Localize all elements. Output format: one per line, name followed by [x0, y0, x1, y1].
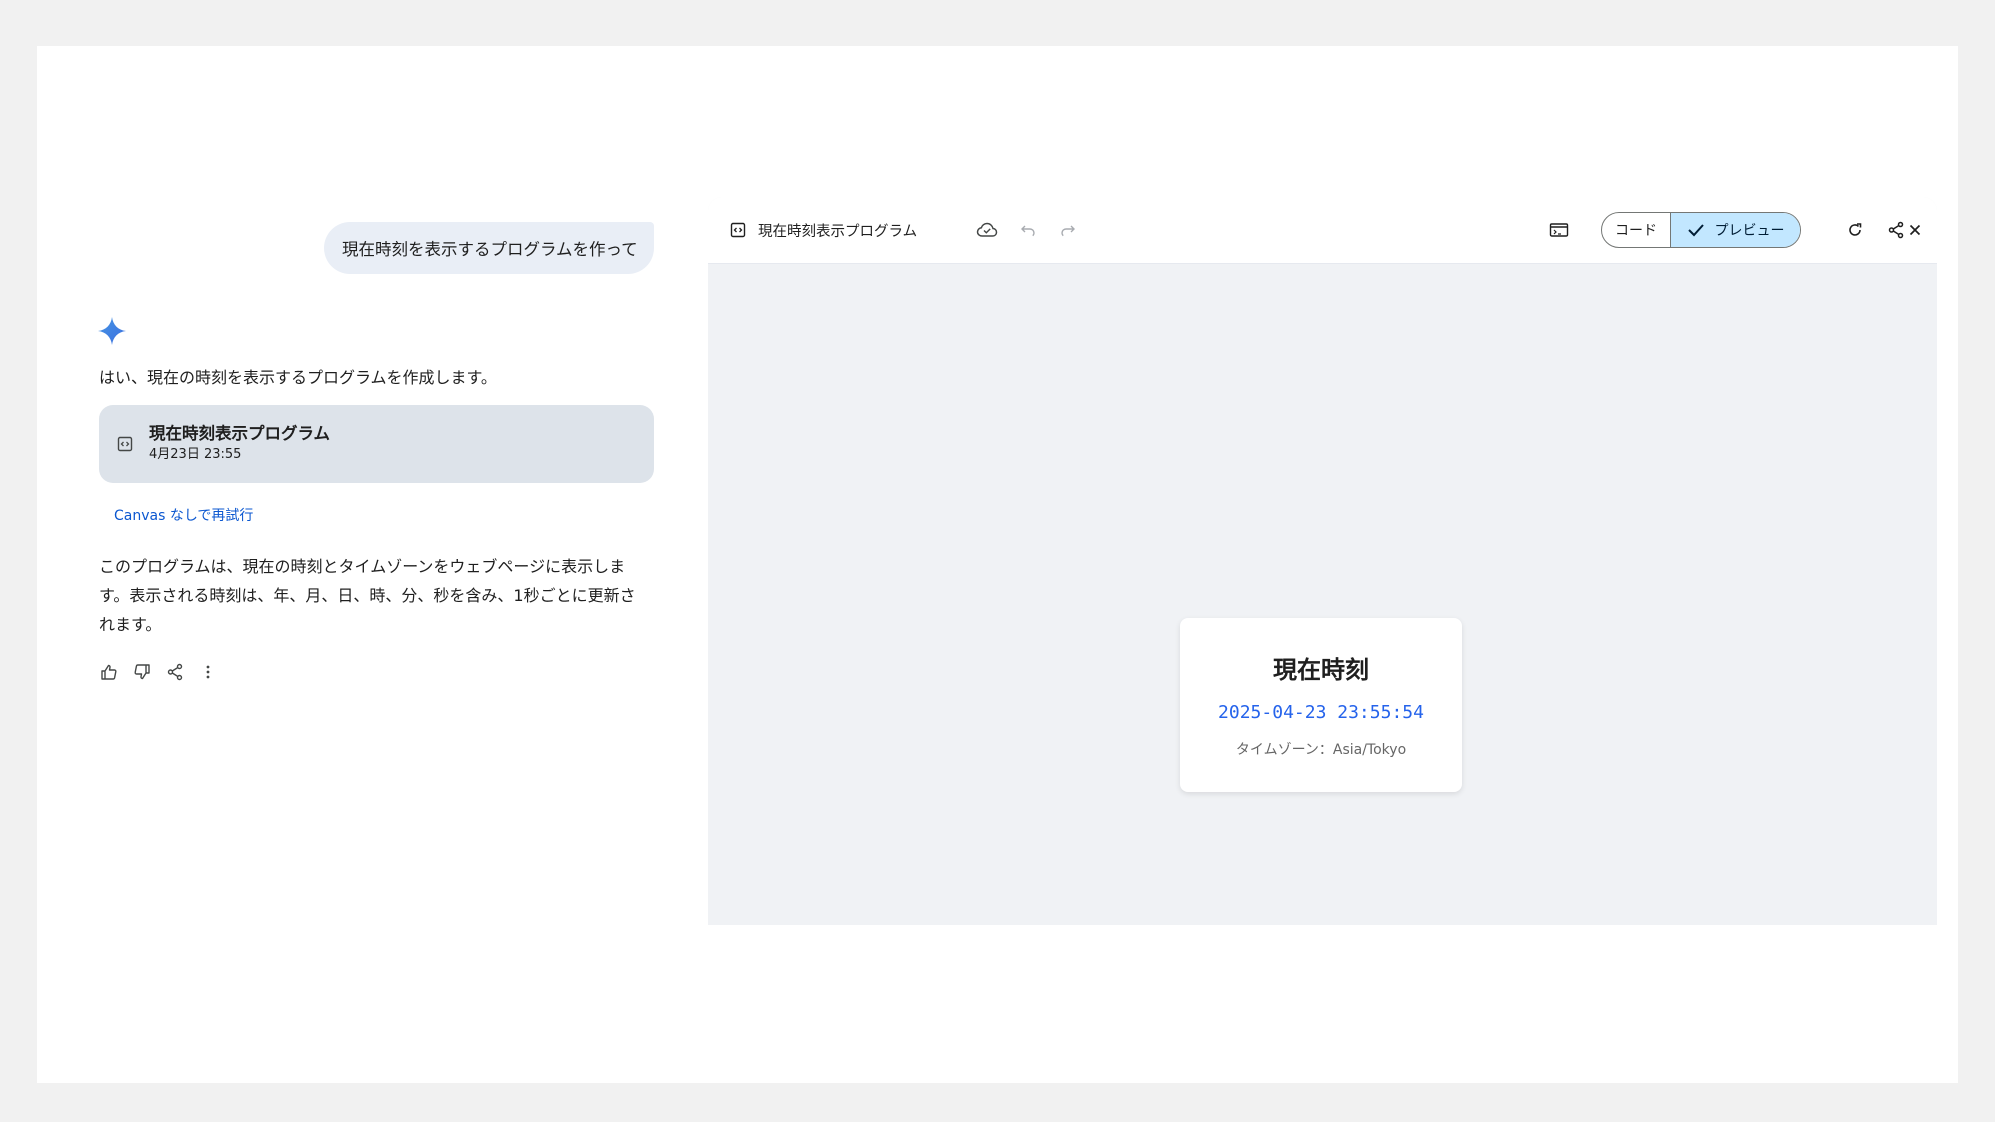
- check-icon: [1687, 224, 1704, 237]
- gemini-spark-icon: [98, 317, 126, 345]
- code-mode-label: コード: [1615, 223, 1657, 239]
- code-doc-icon: [117, 436, 133, 452]
- refresh-icon[interactable]: [1847, 197, 1863, 263]
- thumbs-up-icon[interactable]: [99, 662, 119, 682]
- thumbs-down-icon[interactable]: [132, 662, 152, 682]
- code-doc-icon: [730, 222, 746, 238]
- user-prompt-bubble: 現在時刻を表示するプログラムを作って: [324, 222, 654, 274]
- canvas-panel: 現在時刻表示プログラム コード プレビュー 現在時刻 2025-04-23 23…: [708, 197, 1937, 925]
- redo-icon[interactable]: [1060, 197, 1076, 263]
- preview-mode-button[interactable]: プレビュー: [1671, 213, 1800, 247]
- user-prompt-text: 現在時刻を表示するプログラムを作って: [342, 240, 638, 259]
- clock-timezone: タイムゾーン：Asia/Tokyo: [1235, 742, 1407, 758]
- cloud-save-icon[interactable]: [976, 197, 998, 263]
- feedback-row: [99, 662, 231, 682]
- canvas-title-group: 現在時刻表示プログラム: [730, 197, 917, 263]
- canvas-doc-card[interactable]: 現在時刻表示プログラム 4月23日 23:55: [99, 405, 654, 483]
- reply-body-line: このプログラムは、現在の時刻とタイムゾーンをウェブページに表示しま: [99, 557, 626, 576]
- clock-time-value: 2025-04-23 23:55:54: [1218, 702, 1424, 723]
- app-frame: 現在時刻を表示するプログラムを作って はい、現在の時刻を表示するプログラムを作成…: [37, 46, 1958, 1083]
- reply-intro-text: はい、現在の時刻を表示するプログラムを作成します。: [99, 368, 497, 387]
- code-mode-button[interactable]: コード: [1602, 213, 1671, 247]
- doc-card-date: 4月23日 23:55: [149, 447, 242, 462]
- share-icon[interactable]: [165, 662, 185, 682]
- reply-body-line: れます。: [99, 615, 162, 634]
- close-icon[interactable]: [1908, 197, 1922, 263]
- canvas-toolbar: 現在時刻表示プログラム コード プレビュー: [708, 197, 1937, 264]
- reply-body-line: す。表示される時刻は、年、月、日、時、分、秒を含み、1秒ごとに更新さ: [99, 586, 636, 605]
- retry-without-canvas-link[interactable]: Canvas なしで再試行: [114, 505, 253, 525]
- preview-mode-label: プレビュー: [1714, 223, 1785, 239]
- undo-icon[interactable]: [1020, 197, 1036, 263]
- clock-preview-card: 現在時刻 2025-04-23 23:55:54 タイムゾーン：Asia/Tok…: [1180, 618, 1462, 792]
- reply-body: このプログラムは、現在の時刻とタイムゾーンをウェブページに表示しま す。表示され…: [99, 552, 659, 639]
- canvas-title: 現在時刻表示プログラム: [758, 223, 918, 240]
- clock-heading: 現在時刻: [1273, 656, 1369, 684]
- more-vert-icon[interactable]: [198, 662, 218, 682]
- doc-card-text: 現在時刻表示プログラム 4月23日 23:55: [149, 423, 330, 465]
- doc-card-title: 現在時刻表示プログラム: [149, 424, 331, 443]
- console-icon[interactable]: [1549, 197, 1569, 263]
- view-mode-toggle: コード プレビュー: [1601, 212, 1801, 248]
- share-icon[interactable]: [1887, 197, 1905, 263]
